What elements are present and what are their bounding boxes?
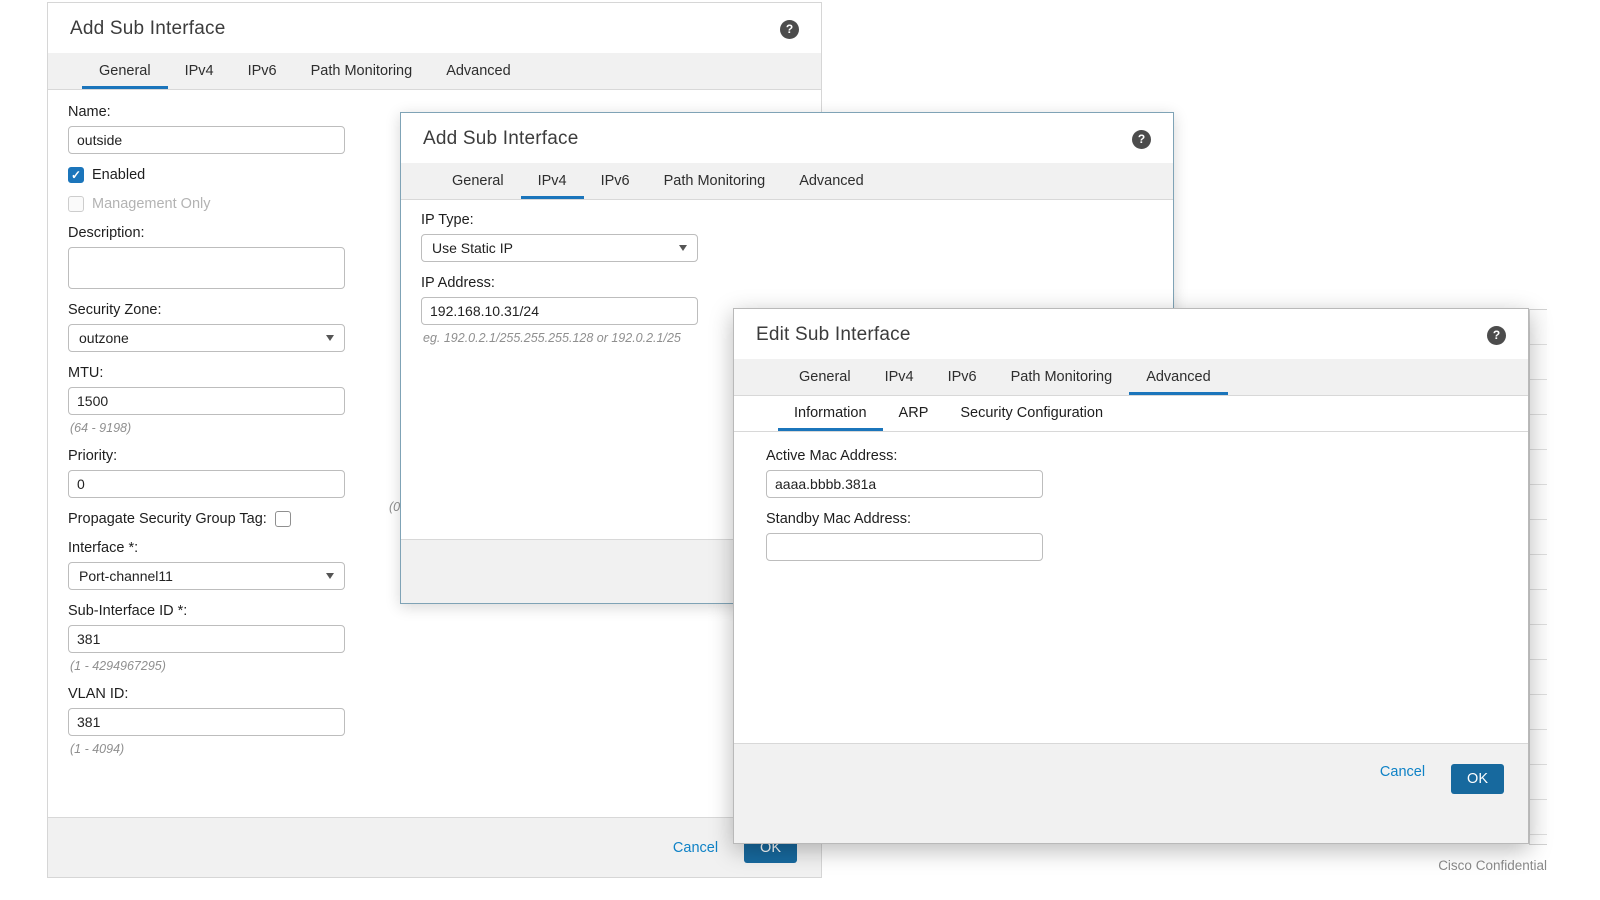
dialog-header: Add Sub Interface ? [48,3,821,53]
tab-ipv6[interactable]: IPv6 [231,53,294,89]
active-mac-label: Active Mac Address: [766,448,898,464]
tab-ipv4[interactable]: IPv4 [868,359,931,395]
dialog-title: Add Sub Interface [423,128,579,149]
help-icon[interactable]: ? [780,19,799,39]
tab-path-monitoring[interactable]: Path Monitoring [994,359,1130,395]
tab-bar: General IPv4 IPv6 Path Monitoring Advanc… [48,53,821,90]
tab-general[interactable]: General [435,163,521,199]
priority-input[interactable] [68,470,345,498]
propagate-sgt-label: Propagate Security Group Tag: [68,511,267,527]
active-mac-input[interactable] [766,470,1043,498]
dialog-body: Active Mac Address: Standby Mac Address: [734,432,1528,577]
enabled-label: Enabled [92,167,146,183]
ip-type-select[interactable]: Use Static IP [421,234,698,262]
tab-bar: General IPv4 IPv6 Path Monitoring Advanc… [401,163,1173,200]
sub-interface-id-input[interactable] [68,625,345,653]
help-icon[interactable]: ? [1132,129,1151,149]
dialog-footer: Cancel OK [734,743,1528,843]
background-table-edge [1529,309,1547,845]
dialog-header: Edit Sub Interface ? [734,309,1528,359]
ok-button[interactable]: OK [1451,764,1504,794]
tab-advanced[interactable]: Advanced [782,163,881,199]
priority-range-hint: (0 [389,500,401,514]
edit-sub-interface-advanced-dialog: Edit Sub Interface ? General IPv4 IPv6 P… [733,308,1529,844]
ip-address-label: IP Address: [421,275,495,291]
tab-advanced[interactable]: Advanced [1129,359,1228,395]
standby-mac-input[interactable] [766,533,1043,561]
cisco-confidential-note: Cisco Confidential [1438,858,1547,873]
cancel-button[interactable]: Cancel [1380,764,1425,780]
security-zone-value: outzone [79,330,129,346]
ip-type-value: Use Static IP [432,240,513,256]
interface-value: Port-channel11 [79,568,173,584]
sub-interface-id-range-hint: (1 - 4294967295) [70,659,166,673]
ip-type-label: IP Type: [421,212,474,228]
tab-general[interactable]: General [82,53,168,89]
subtab-security-configuration[interactable]: Security Configuration [944,396,1119,431]
name-input[interactable] [68,126,345,154]
tab-ipv4[interactable]: IPv4 [520,163,584,199]
management-only-checkbox [68,196,84,212]
cancel-button[interactable]: Cancel [673,840,718,856]
vlan-id-label: VLAN ID: [68,686,129,702]
standby-mac-label: Standby Mac Address: [766,511,912,527]
dialog-title: Add Sub Interface [70,18,226,39]
management-only-label: Management Only [92,196,211,212]
tab-path-monitoring[interactable]: Path Monitoring [294,53,430,89]
dialog-header: Add Sub Interface ? [401,113,1173,163]
chevron-down-icon [679,245,687,251]
security-zone-select[interactable]: outzone [68,324,345,352]
enabled-checkbox[interactable]: ✓ [68,167,84,183]
tab-ipv6[interactable]: IPv6 [584,163,647,199]
description-input[interactable] [68,247,345,289]
tab-bar: General IPv4 IPv6 Path Monitoring Advanc… [734,359,1528,396]
ip-address-input[interactable] [421,297,698,325]
vlan-id-range-hint: (1 - 4094) [70,742,125,756]
propagate-sgt-checkbox[interactable] [274,511,291,527]
tab-general[interactable]: General [782,359,868,395]
mtu-input[interactable] [68,387,345,415]
tab-ipv6[interactable]: IPv6 [931,359,994,395]
chevron-down-icon [326,335,334,341]
help-icon[interactable]: ? [1487,325,1506,345]
tab-ipv4[interactable]: IPv4 [168,53,231,89]
dialog-footer: Cancel OK [48,817,821,877]
interface-select[interactable]: Port-channel11 [68,562,345,590]
tab-advanced[interactable]: Advanced [429,53,528,89]
vlan-id-input[interactable] [68,708,345,736]
subtab-arp[interactable]: ARP [883,396,945,431]
dialog-title: Edit Sub Interface [756,324,911,345]
subtab-information[interactable]: Information [778,396,883,431]
tab-path-monitoring[interactable]: Path Monitoring [647,163,783,199]
sub-tab-bar: Information ARP Security Configuration [734,396,1528,432]
sub-interface-id-label: Sub-Interface ID *: [68,603,188,619]
chevron-down-icon [326,573,334,579]
